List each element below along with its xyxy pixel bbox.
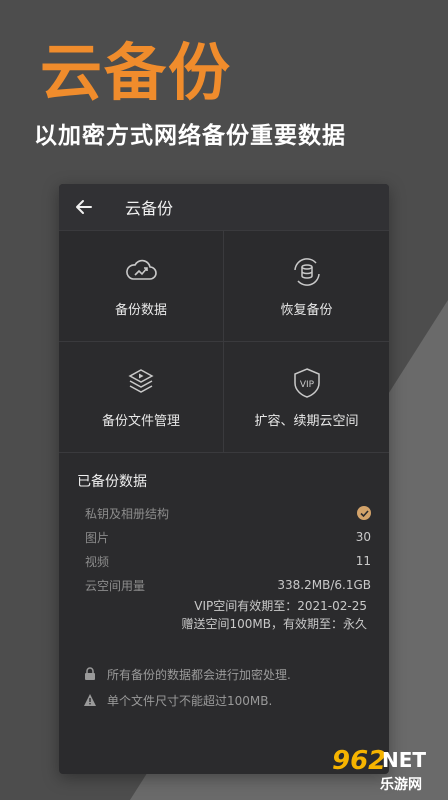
note-item: 单个文件尺寸不能超过100MB. <box>83 687 365 713</box>
action-label: 扩容、续期云空间 <box>254 413 359 429</box>
section-title: 已备份数据 <box>77 474 147 490</box>
vip-shield-icon: VIP <box>293 367 320 398</box>
cloud-upload-icon <box>126 259 157 280</box>
top-bar: 云备份 <box>59 184 389 230</box>
gift-space: 赠送空间100MB，有效期至：永久 <box>181 617 368 631</box>
notes: 所有备份的数据都会进行加密处理. 单个文件尺寸不能超过100MB. <box>59 633 389 713</box>
stat-key: 云空间用量 <box>85 578 146 593</box>
restore-backup-button[interactable]: 恢复备份 <box>224 231 389 342</box>
stat-key: 私钥及相册结构 <box>85 506 170 521</box>
file-stack-play-icon <box>128 368 154 393</box>
hero-subtitle: 以加密方式网络备份重要数据 <box>34 123 346 149</box>
lock-icon <box>85 667 95 680</box>
stat-row: 视频 11 <box>77 549 371 573</box>
stat-value: 11 <box>355 554 371 568</box>
note-text: 所有备份的数据都会进行加密处理. <box>107 667 291 682</box>
stat-row: 图片 30 <box>77 525 371 549</box>
back-arrow-icon[interactable] <box>75 198 93 216</box>
watermark-net: NET <box>382 748 427 772</box>
stat-value: 338.2MB/6.1GB <box>277 578 371 592</box>
note-text: 单个文件尺寸不能超过100MB. <box>107 693 273 708</box>
action-grid: 备份数据 恢复备份 备份文件管理 VIP 扩容、续期云空间 <box>59 230 389 453</box>
page-title: 云备份 <box>125 199 174 218</box>
expand-renew-space-button[interactable]: VIP 扩容、续期云空间 <box>224 342 389 453</box>
stat-row: 私钥及相册结构 <box>77 501 371 525</box>
stat-value: 30 <box>355 530 371 544</box>
hero-title: 云备份 <box>40 36 233 109</box>
svg-text:VIP: VIP <box>299 380 314 390</box>
phone-screen: 云备份 备份数据 恢复备份 备份文件管理 VIP 扩容、续期云空间 已备份数据 … <box>59 184 389 774</box>
action-label: 恢复备份 <box>280 302 333 318</box>
backup-data-button[interactable]: 备份数据 <box>59 231 224 342</box>
vip-expiry: VIP空间有效期至：2021-02-25 <box>194 599 367 613</box>
stat-key: 视频 <box>85 554 110 569</box>
watermark-cn: 乐游网 <box>380 777 422 793</box>
action-label: 备份数据 <box>114 302 167 318</box>
site-watermark: 962 NET 乐游网 <box>312 746 442 796</box>
database-restore-icon <box>293 257 320 286</box>
backed-up-section: 已备份数据 私钥及相册结构 图片 30 视频 11 云空间用量 338.2MB/… <box>59 453 389 633</box>
stat-key: 图片 <box>85 530 110 545</box>
warning-icon <box>84 694 96 706</box>
check-icon <box>357 506 371 520</box>
backup-file-manage-button[interactable]: 备份文件管理 <box>59 342 224 453</box>
watermark-number: 962 <box>332 746 387 776</box>
stat-row: 云空间用量 338.2MB/6.1GB <box>77 573 371 597</box>
action-label: 备份文件管理 <box>101 413 180 429</box>
note-item: 所有备份的数据都会进行加密处理. <box>83 661 365 687</box>
